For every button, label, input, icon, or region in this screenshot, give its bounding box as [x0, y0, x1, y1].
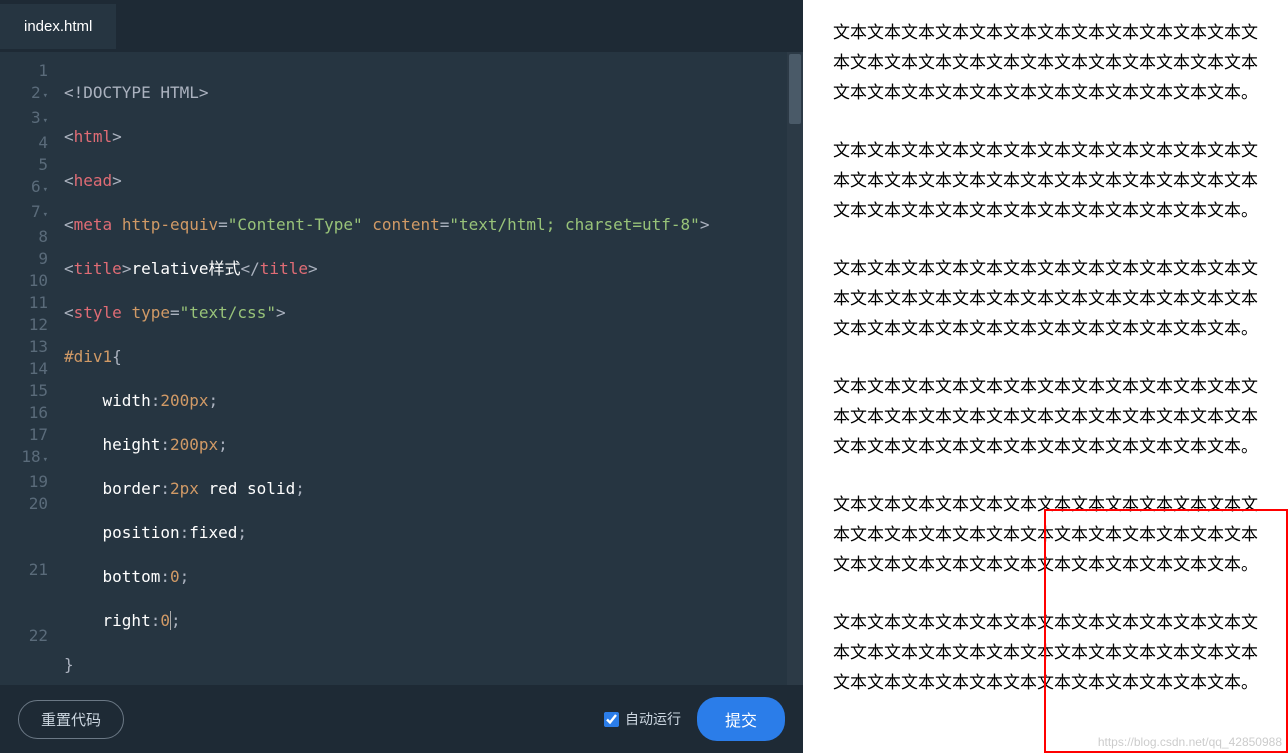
scrollbar-thumb[interactable] — [789, 54, 801, 124]
tab-index-html[interactable]: index.html — [0, 4, 116, 49]
code-area[interactable]: 1 2 3 4 5 6 7 8 9 10 11 12 13 14 15 16 1… — [0, 52, 803, 685]
reset-button[interactable]: 重置代码 — [18, 700, 124, 739]
preview-panel: 文本文本文本文本文本文本文本文本文本文本文本文本文本文本文本文本文本文本文本文本… — [803, 0, 1288, 753]
editor-footer: 重置代码 自动运行 提交 — [0, 685, 803, 753]
preview-paragraph: 文本文本文本文本文本文本文本文本文本文本文本文本文本文本文本文本文本文本文本文本… — [833, 136, 1266, 226]
autorun-toggle[interactable]: 自动运行 — [604, 709, 681, 729]
preview-paragraph: 文本文本文本文本文本文本文本文本文本文本文本文本文本文本文本文本文本文本文本文本… — [833, 254, 1266, 344]
preview-paragraph: 文本文本文本文本文本文本文本文本文本文本文本文本文本文本文本文本文本文本文本文本… — [833, 372, 1266, 462]
preview-paragraph: 文本文本文本文本文本文本文本文本文本文本文本文本文本文本文本文本文本文本文本文本… — [833, 18, 1266, 108]
autorun-label: 自动运行 — [625, 709, 681, 729]
autorun-checkbox[interactable] — [604, 712, 619, 727]
tab-bar: index.html — [0, 0, 803, 52]
watermark: https://blog.csdn.net/qq_42850988 — [1098, 735, 1282, 749]
code-scrollbar[interactable] — [787, 52, 803, 685]
code-content[interactable]: <!DOCTYPE HTML> <html> <head> <meta http… — [58, 52, 803, 685]
submit-button[interactable]: 提交 — [697, 697, 785, 741]
line-gutter: 1 2 3 4 5 6 7 8 9 10 11 12 13 14 15 16 1… — [0, 52, 58, 685]
fixed-div1-box — [1044, 509, 1288, 753]
editor-panel: index.html 1 2 3 4 5 6 7 8 9 10 11 12 13… — [0, 0, 803, 753]
